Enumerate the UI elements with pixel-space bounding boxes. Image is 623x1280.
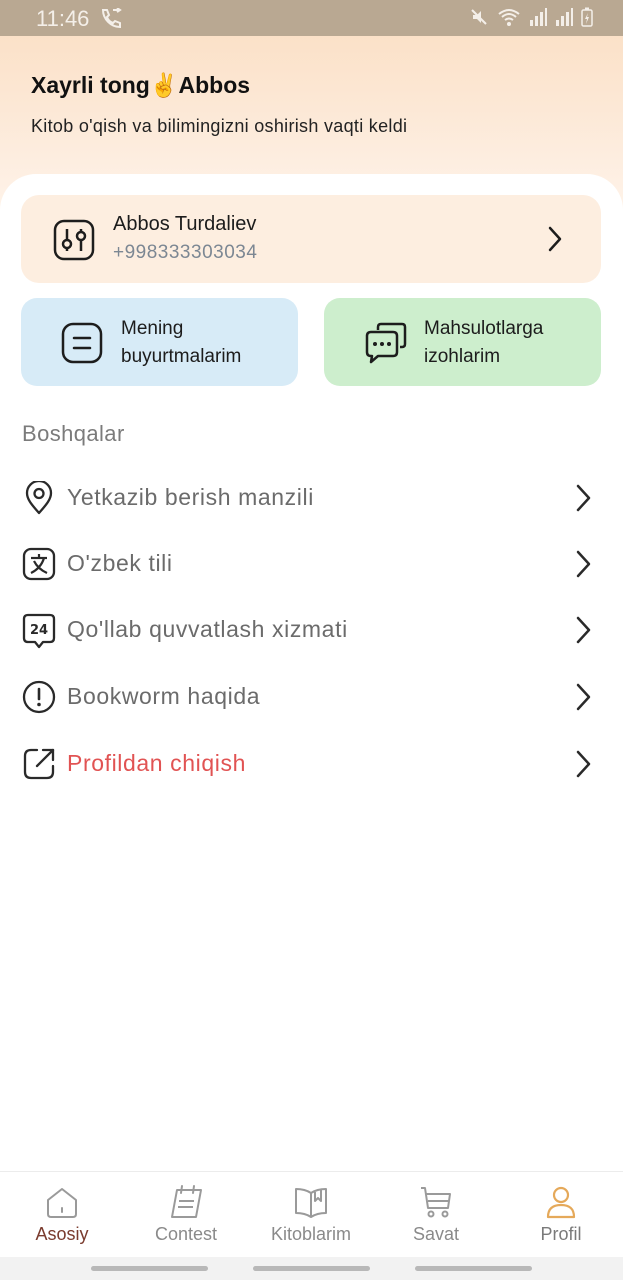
location-pin-icon [22,479,56,515]
menu-item-label: Profildan chiqish [67,750,246,776]
greeting-subtitle: Kitob o'qish va bilimingizni oshirish va… [31,116,408,136]
nav-cart-label: Savat [412,1224,460,1244]
svg-text:24: 24 [30,623,48,638]
status-icons [469,7,593,32]
menu-item-delivery-address[interactable]: Yetkazib berish manzili [0,468,623,528]
nav-my-books-label: Kitoblarim [270,1224,352,1244]
cart-icon [418,1184,454,1225]
system-gesture-bar [0,1257,623,1280]
gesture-handle[interactable] [253,1266,370,1271]
profile-icon [543,1184,579,1225]
menu-item-about[interactable]: Bookworm haqida [0,667,623,727]
home-icon [44,1184,80,1225]
nav-profile-label: Profil [540,1224,582,1244]
profile-card[interactable]: Abbos Turdaliev +998333303034 [21,195,601,283]
wifi-icon [497,7,521,32]
chevron-right-icon [547,225,563,258]
signal-icon [529,8,547,31]
my-orders-line2: buyurtmalarim [121,346,242,367]
chevron-right-icon [574,683,592,716]
language-icon [22,547,56,581]
chat-bubbles-icon [364,322,408,369]
call-forward-icon [100,7,122,33]
settings-sliders-icon [53,219,95,266]
menu-item-language[interactable]: O'zbek tili [0,534,623,594]
signal-icon-2 [555,8,573,31]
info-icon [22,680,56,714]
my-reviews-tile[interactable]: Mahsulotlarga izohlarim [324,298,601,386]
profile-name: Abbos Turdaliev [113,213,257,235]
support-24-icon: 24 [22,613,56,649]
menu-item-label: Bookworm haqida [67,683,261,709]
menu-item-label: Yetkazib berish manzili [67,484,314,510]
my-orders-tile[interactable]: Mening buyurtmalarim [21,298,298,386]
logout-icon [22,747,56,781]
battery-icon [581,7,593,32]
profile-phone: +998333303034 [113,242,258,263]
nav-home-label: Asosiy [35,1224,89,1244]
contest-icon [168,1184,206,1225]
my-reviews-label: Mahsulotlarga izohlarim [424,315,543,371]
status-time: 11:46 [36,6,90,31]
menu-item-logout[interactable]: Profildan chiqish [0,734,623,794]
orders-icon [61,322,103,369]
my-reviews-line2: izohlarim [424,346,501,367]
gesture-handle[interactable] [415,1266,532,1271]
chevron-right-icon [574,550,592,583]
menu-item-label: O'zbek tili [67,550,173,576]
nav-my-books[interactable]: Kitoblarim [249,1172,373,1258]
nav-profile[interactable]: Profil [499,1172,623,1258]
my-orders-label: Mening buyurtmalarim [121,315,241,371]
menu-item-label: Qo'llab quvvatlash xizmati [67,616,348,642]
gesture-handle[interactable] [91,1266,208,1271]
nav-contest[interactable]: Contest [124,1172,248,1258]
book-icon [293,1184,329,1225]
my-orders-line1: Mening [121,318,184,339]
menu-item-support[interactable]: 24 Qo'llab quvvatlash xizmati [0,600,623,660]
status-bar: 11:46 [0,0,623,36]
chevron-right-icon [574,484,592,517]
section-title-others: Boshqalar [22,421,125,446]
chevron-right-icon [574,750,592,783]
nav-home[interactable]: Asosiy [0,1172,124,1258]
nav-cart[interactable]: Savat [374,1172,498,1258]
greeting-title: Xayrli tong✌️Abbos [31,72,251,98]
nav-contest-label: Contest [154,1224,218,1244]
bottom-navigation: Asosiy Contest Kitoblarim Savat Profil [0,1171,623,1258]
chevron-right-icon [574,616,592,649]
mute-icon [469,7,489,32]
my-reviews-line1: Mahsulotlarga [424,318,544,339]
